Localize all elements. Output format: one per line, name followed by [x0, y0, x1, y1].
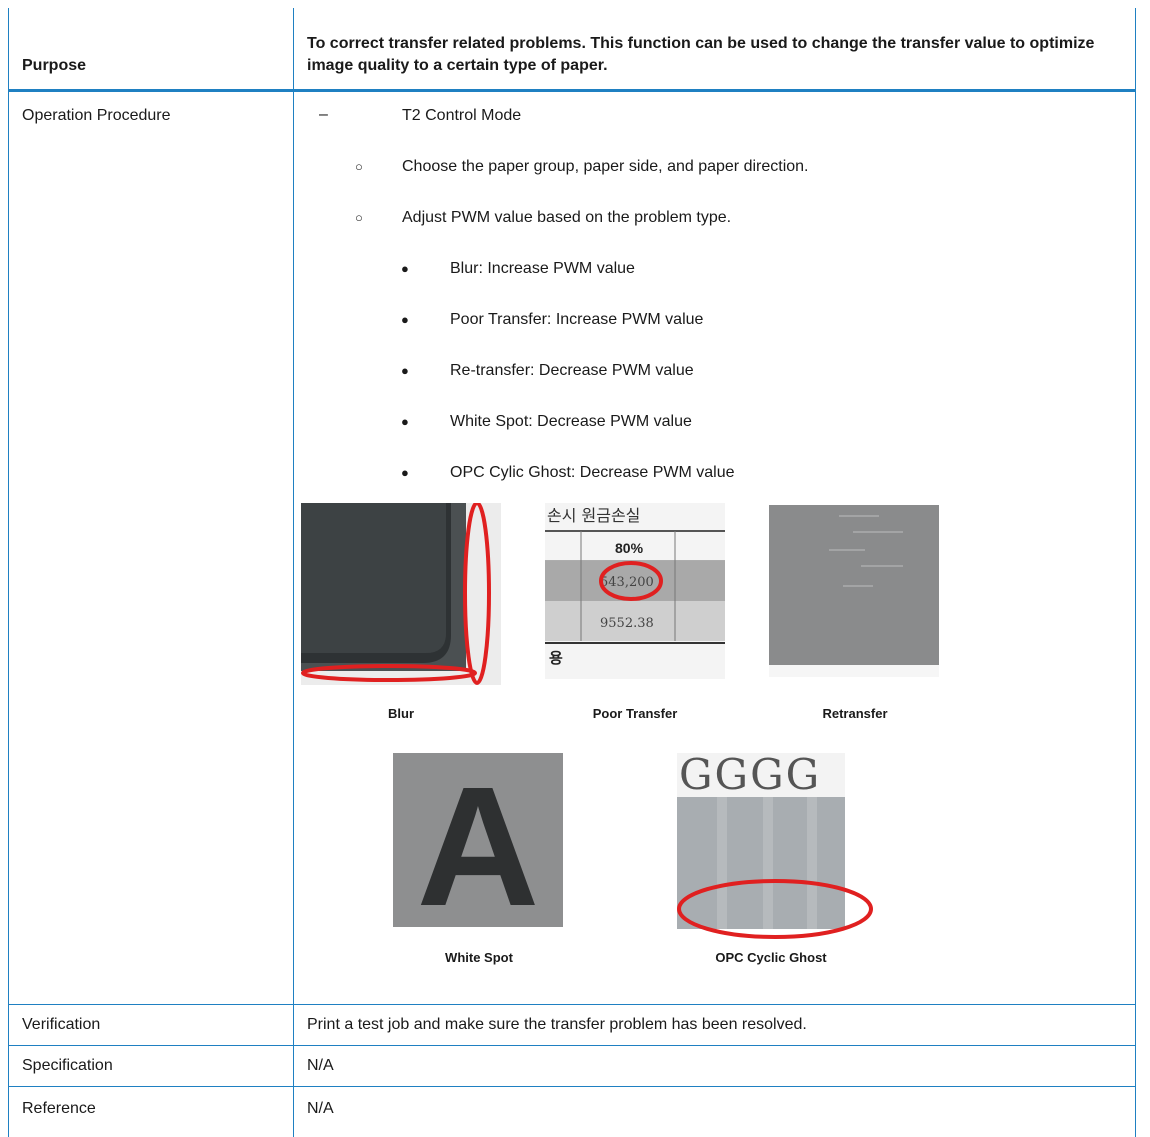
specification-text: N/A [295, 1047, 1134, 1076]
list-item-text: Re-transfer: Decrease PWM value [450, 362, 694, 379]
disc-bullet: ● [401, 259, 409, 279]
specification-text-cell: N/A [294, 1046, 1136, 1087]
procedure-table: Purpose To correct transfer related prob… [8, 8, 1136, 1137]
list-item-text: White Spot: Decrease PWM value [450, 413, 692, 430]
example-figures: Blur 손시 원금손실 80% 543,200 9552.38 [307, 483, 1124, 1003]
dash-bullet: – [319, 105, 328, 125]
purpose-text: To correct transfer related problems. Th… [295, 33, 1134, 88]
purpose-label-cell: Purpose [9, 8, 294, 91]
blur-caption: Blur [301, 704, 501, 724]
purpose-label: Purpose [10, 55, 292, 88]
poor-transfer-korean-title: 손시 원금손실 [547, 506, 640, 525]
poor-transfer-caption: Poor Transfer [535, 704, 735, 724]
list-item-opc-ghost: ● OPC Cylic Ghost: Decrease PWM value [307, 463, 1124, 483]
specification-label-cell: Specification [9, 1046, 294, 1087]
list-item-text: Adjust PWM value based on the problem ty… [402, 209, 731, 226]
reference-text-cell: N/A [294, 1087, 1136, 1137]
poor-transfer-example-image: 손시 원금손실 80% 543,200 9552.38 용 [545, 503, 725, 679]
list-item-adjust-pwm: ○ Adjust PWM value based on the problem … [307, 208, 1124, 228]
list-item-choose-paper: ○ Choose the paper group, paper side, an… [307, 157, 1124, 177]
reference-text: N/A [295, 1088, 1134, 1119]
procedure-label-cell: Operation Procedure [9, 91, 294, 1005]
procedure-label: Operation Procedure [10, 93, 292, 126]
list-item-text: T2 Control Mode [402, 107, 521, 124]
reference-label: Reference [10, 1088, 292, 1119]
list-item-text: Blur: Increase PWM value [450, 260, 635, 277]
list-item-re-transfer: ● Re-transfer: Decrease PWM value [307, 361, 1124, 381]
opc-ghost-letters: GGGG [679, 753, 821, 799]
poor-transfer-cell-b: 9552.38 [600, 616, 654, 631]
list-item-poor-transfer: ● Poor Transfer: Increase PWM value [307, 310, 1124, 330]
verification-label-cell: Verification [9, 1005, 294, 1046]
list-item-text: OPC Cylic Ghost: Decrease PWM value [450, 464, 735, 481]
poor-transfer-cell-a: 543,200 [600, 575, 654, 590]
reference-label-cell: Reference [9, 1087, 294, 1137]
purpose-row: Purpose To correct transfer related prob… [9, 8, 1136, 91]
blur-example-image [301, 503, 501, 685]
poor-transfer-korean-footer: 용 [549, 650, 563, 667]
opc-cyclic-ghost-caption: OPC Cyclic Ghost [671, 948, 871, 968]
operation-procedure-row: Operation Procedure – T2 Control Mode ○ … [9, 91, 1136, 1005]
list-item-text: Poor Transfer: Increase PWM value [450, 311, 703, 328]
specification-label: Specification [10, 1047, 292, 1076]
retransfer-example-image [769, 505, 939, 677]
disc-bullet: ● [401, 412, 409, 432]
verification-label: Verification [10, 1006, 292, 1035]
list-item-text: Choose the paper group, paper side, and … [402, 158, 809, 175]
verification-row: Verification Print a test job and make s… [9, 1005, 1136, 1046]
disc-bullet: ● [401, 463, 409, 483]
disc-bullet: ● [401, 310, 409, 330]
list-item-white-spot: ● White Spot: Decrease PWM value [307, 412, 1124, 432]
reference-row: Reference N/A [9, 1087, 1136, 1137]
specification-row: Specification N/A [9, 1046, 1136, 1087]
circle-bullet: ○ [355, 157, 363, 177]
white-spot-example-image: A [393, 753, 563, 927]
procedure-content-cell: – T2 Control Mode ○ Choose the paper gro… [294, 91, 1136, 1005]
purpose-text-cell: To correct transfer related problems. Th… [294, 8, 1136, 91]
list-item-t2-control-mode: – T2 Control Mode [307, 106, 1124, 126]
verification-text-cell: Print a test job and make sure the trans… [294, 1005, 1136, 1046]
circle-bullet: ○ [355, 208, 363, 228]
disc-bullet: ● [401, 361, 409, 381]
poor-transfer-header-value: 80% [615, 540, 644, 556]
verification-text: Print a test job and make sure the trans… [295, 1006, 1134, 1035]
white-spot-caption: White Spot [379, 948, 579, 968]
retransfer-caption: Retransfer [755, 704, 955, 724]
opc-cyclic-ghost-example-image: GGGG [665, 753, 877, 945]
list-item-blur: ● Blur: Increase PWM value [307, 259, 1124, 279]
white-spot-letter: A [417, 753, 540, 927]
